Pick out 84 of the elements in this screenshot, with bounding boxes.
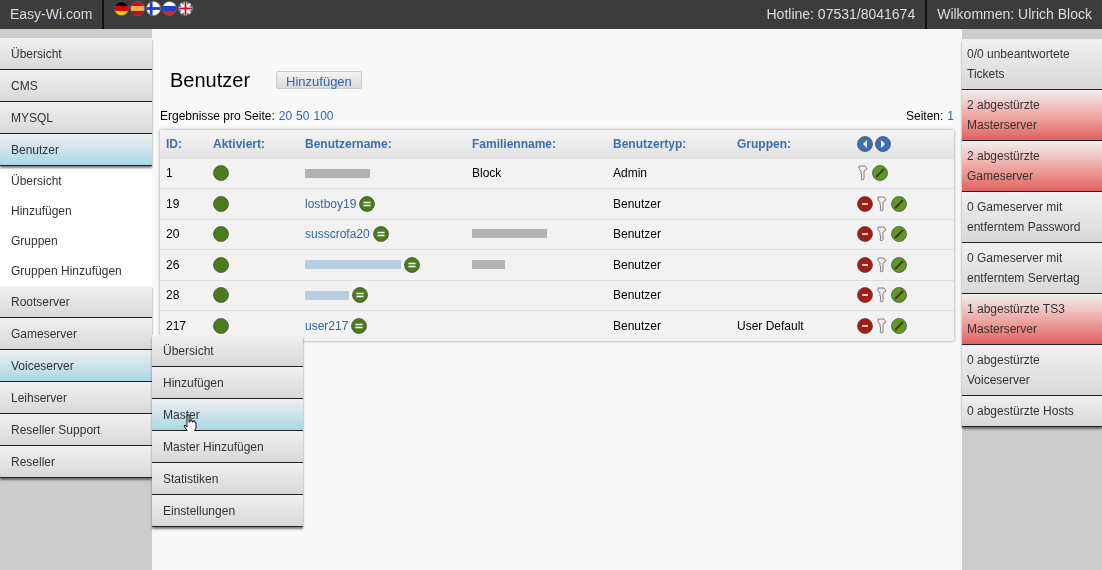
next-page-icon[interactable]	[875, 135, 891, 152]
submenu-item[interactable]: Übersicht	[0, 166, 152, 196]
add-button[interactable]: Hinzufügen	[276, 71, 362, 89]
edit-icon[interactable]	[872, 165, 888, 182]
edit-icon[interactable]	[891, 195, 907, 212]
notice-item[interactable]: 2 abgestürzte Masterserver	[962, 90, 1102, 141]
column-header[interactable]: Familienname:	[466, 130, 607, 158]
sidebar-item[interactable]: Voiceserver	[0, 350, 152, 382]
delete-icon[interactable]	[857, 287, 873, 304]
brand-link[interactable]: Easy-Wi.com	[0, 0, 103, 29]
sidebar-item[interactable]: Gameserver	[0, 318, 152, 350]
per-page-link[interactable]: 20	[278, 107, 293, 125]
delete-icon[interactable]	[857, 256, 873, 273]
flag-icon[interactable]	[130, 1, 146, 16]
sidebar-item[interactable]: CMS	[0, 70, 152, 102]
details-icon[interactable]	[359, 195, 376, 212]
column-header[interactable]: Aktiviert:	[207, 130, 299, 158]
column-header[interactable]: Benutzername:	[299, 130, 466, 158]
flyout-item[interactable]: Übersicht	[152, 335, 303, 367]
sidebar-item[interactable]: Reseller Support	[0, 414, 152, 446]
sidebar-item[interactable]: Rootserver	[0, 286, 152, 318]
notice-item[interactable]: 0/0 unbeantwortete Tickets	[962, 39, 1102, 90]
notice-item[interactable]: 0 abgestürzte Voiceserver	[962, 345, 1102, 396]
username-link[interactable]: user217	[305, 317, 349, 335]
table-cell: Benutzer	[607, 310, 731, 341]
sidebar-item[interactable]: Benutzer	[0, 134, 152, 166]
table-cell: Benutzer	[607, 219, 731, 250]
flag-icon[interactable]	[178, 1, 194, 16]
submenu-item[interactable]: Gruppen	[0, 226, 152, 256]
username-link[interactable]: susscrofa20	[305, 225, 370, 244]
sidebar-item[interactable]: MYSQL	[0, 102, 152, 134]
welcome-text: Wilkommen: Ulrich Block	[936, 5, 1093, 24]
delete-icon[interactable]	[857, 318, 873, 334]
table-cell: 26	[160, 249, 207, 280]
edit-icon[interactable]	[891, 226, 907, 243]
column-header[interactable]: Gruppen:	[731, 130, 851, 158]
username-link[interactable]: lostboy19	[305, 194, 357, 213]
sidebar-item[interactable]: Reseller	[0, 446, 152, 478]
flyout-item[interactable]: Hinzufügen	[152, 367, 303, 399]
flyout-item[interactable]: Einstellungen	[152, 495, 303, 527]
edit-icon[interactable]	[891, 318, 907, 334]
table-cell: 19	[160, 188, 207, 219]
table-cell: 20	[160, 219, 207, 250]
notice-item[interactable]: 1 abgestürzte TS3 Masterserver	[962, 294, 1102, 345]
table-cell: 1	[160, 158, 207, 189]
table-cell: Benutzer	[607, 280, 731, 311]
table-cell: 28	[160, 280, 207, 311]
flyout-item[interactable]: Master Hinzufügen	[152, 431, 303, 463]
per-page-link[interactable]: 50	[296, 107, 310, 125]
table-cell: Block	[472, 166, 502, 181]
notice-item[interactable]: 0 Gameserver mit entferntem Password	[962, 192, 1102, 243]
table-cell: Benutzer	[607, 249, 731, 280]
pages-label: Seiten:	[905, 108, 944, 125]
edit-icon[interactable]	[891, 256, 907, 273]
column-header[interactable]: Benutzertyp:	[607, 130, 731, 158]
flag-icon[interactable]	[146, 1, 162, 16]
flyout-item[interactable]: Master	[152, 399, 303, 431]
details-icon[interactable]	[351, 318, 368, 334]
delete-icon[interactable]	[857, 195, 873, 212]
per-page-label: Ergebnisse pro Seite:	[160, 108, 275, 125]
previous-page-icon[interactable]	[857, 135, 873, 152]
details-icon[interactable]	[372, 226, 389, 243]
table-cell: Benutzer	[607, 188, 731, 219]
submenu-item[interactable]: Gruppen Hinzufügen	[0, 256, 152, 286]
flyout-item[interactable]: Statistiken	[152, 463, 303, 495]
delete-icon[interactable]	[857, 226, 873, 243]
sidebar-item[interactable]: Leihserver	[0, 382, 152, 414]
per-page-link[interactable]: 100	[313, 107, 334, 125]
notice-item[interactable]: 2 abgestürzte Gameserver	[962, 141, 1102, 192]
edit-icon[interactable]	[891, 287, 907, 304]
column-header[interactable]: ID:	[160, 130, 207, 158]
sidebar-item[interactable]: Übersicht	[0, 38, 152, 70]
notice-item[interactable]: 0 Gameserver mit entferntem Servertag	[962, 243, 1102, 294]
page-title: Benutzer	[170, 68, 251, 93]
page-link[interactable]: 1	[947, 107, 954, 125]
flag-icon[interactable]	[114, 1, 130, 16]
notice-item[interactable]: 0 abgestürzte Hosts	[962, 396, 1102, 427]
table-cell: Admin	[607, 158, 731, 189]
details-icon[interactable]	[404, 256, 420, 273]
details-icon[interactable]	[352, 287, 368, 304]
hotline-text: Hotline: 07531/8041674	[765, 5, 917, 24]
flag-icon[interactable]	[162, 1, 178, 16]
table-cell: User Default	[737, 319, 804, 333]
submenu-item[interactable]: Hinzufügen	[0, 196, 152, 226]
